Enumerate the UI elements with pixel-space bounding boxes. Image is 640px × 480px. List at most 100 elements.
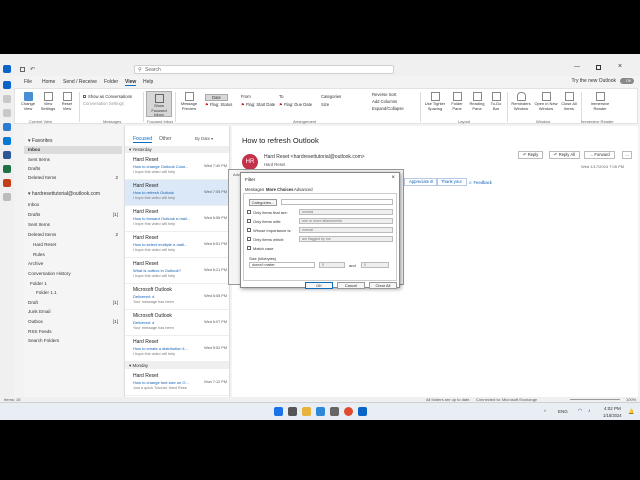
tray-chevron-icon[interactable]: ^: [544, 409, 546, 414]
arrange-flag-start-button[interactable]: ⚑ Flag: Start Date: [241, 102, 275, 107]
reply-all-button[interactable]: ↶ Reply All: [549, 151, 580, 159]
categories-field[interactable]: [281, 199, 393, 205]
folder-deleted-account[interactable]: Deleted Items: [28, 232, 56, 237]
task-view-icon[interactable]: [288, 407, 297, 416]
reset-view-button[interactable]: Reset View: [59, 92, 75, 111]
clear-all-button[interactable]: Clear All: [369, 282, 397, 289]
calendar-icon[interactable]: [3, 95, 11, 103]
folder-junk[interactable]: Junk Email: [28, 309, 50, 314]
reverse-sort-button[interactable]: Reverse Sort: [372, 92, 396, 97]
immersive-reader-button[interactable]: Immersive Reader: [587, 92, 613, 111]
filter-close-icon[interactable]: ×: [391, 175, 395, 181]
apps-icon[interactable]: [3, 193, 11, 201]
folder-inbox[interactable]: Inbox: [28, 147, 40, 152]
folder-conversation-history[interactable]: Conversation History: [28, 271, 71, 276]
tab-focused[interactable]: Focused: [133, 136, 153, 143]
only-items-with-checkbox[interactable]: [247, 219, 251, 223]
whose-importance-checkbox[interactable]: [247, 228, 251, 232]
view-settings-button[interactable]: View Settings: [39, 92, 57, 111]
reminders-window-button[interactable]: Reminders Window: [510, 92, 532, 111]
favorites-header[interactable]: ▾ Favorites: [28, 138, 52, 144]
folder-rss[interactable]: RSS Feeds: [28, 329, 52, 334]
tasks-icon[interactable]: [3, 123, 11, 131]
group-header-yesterday[interactable]: ▾ Yesterday: [125, 146, 229, 153]
folder-hard-reset[interactable]: Hard Reset: [33, 242, 56, 247]
menu-help[interactable]: Help: [143, 79, 153, 85]
expand-collapse-button[interactable]: Expand/Collapse: [372, 106, 404, 111]
edge-icon[interactable]: [316, 407, 325, 416]
volume-icon[interactable]: ♪: [588, 408, 591, 414]
message-list-item[interactable]: Hard Reset How to refresh Outlook I hope t…: [125, 180, 229, 206]
ok-button[interactable]: OK: [305, 282, 333, 289]
match-case-checkbox[interactable]: [247, 246, 251, 250]
menu-home[interactable]: Home: [42, 79, 55, 85]
message-list-item[interactable]: Microsoft Outlook Delivered: d Your messag…: [125, 284, 229, 310]
quick-reply-thanks[interactable]: Thank you!: [436, 178, 467, 186]
change-view-button[interactable]: Change View: [19, 92, 37, 111]
folder-deleted-items[interactable]: Deleted Items: [28, 175, 56, 180]
message-list-item[interactable]: Hard Reset What is outbox in Outlook? I ho…: [125, 258, 229, 284]
show-focused-inbox-button[interactable]: Show Focused Inbox: [146, 91, 172, 117]
arrange-flag-status-button[interactable]: ⚑ Flag: Status: [205, 102, 232, 107]
reading-pane-button[interactable]: Reading Pane: [468, 92, 486, 111]
people-icon[interactable]: [3, 109, 11, 117]
excel-icon[interactable]: [3, 165, 11, 173]
store-icon[interactable]: [330, 407, 339, 416]
folder-search-folders[interactable]: Search Folders: [28, 338, 59, 343]
mail-icon[interactable]: [3, 81, 11, 89]
clock-date[interactable]: 1/18/2024: [603, 413, 622, 418]
undo-icon[interactable]: ↶: [30, 66, 35, 73]
feedback-link[interactable]: ☺ Feedback: [468, 180, 492, 185]
close-icon[interactable]: ×: [618, 63, 622, 70]
arrange-flag-due-button[interactable]: ⚑ Flag: Due Date: [279, 102, 312, 107]
tab-advanced[interactable]: Advanced: [294, 187, 313, 192]
quick-reply-appreciate[interactable]: Appreciate it!: [404, 178, 439, 186]
only-items-which-select[interactable]: are flagged by me: [299, 236, 393, 242]
folder-drafts[interactable]: Drafts: [28, 166, 40, 171]
start-icon[interactable]: [274, 407, 283, 416]
minimize-icon[interactable]: —: [574, 64, 580, 70]
folder-outbox[interactable]: Outbox: [28, 319, 43, 324]
group-header-monday[interactable]: ▾ Monday: [125, 362, 229, 369]
folder-drafts-account[interactable]: Drafts: [28, 212, 40, 217]
whose-importance-select[interactable]: normal: [299, 227, 393, 233]
folder-archive[interactable]: Archive: [28, 261, 43, 266]
message-preview-button[interactable]: Message Preview: [179, 92, 199, 111]
powerpoint-icon[interactable]: [3, 179, 11, 187]
arrange-to-button[interactable]: To: [279, 94, 283, 99]
folder-sent-account[interactable]: Sent Items: [28, 222, 50, 227]
maximize-icon[interactable]: [596, 65, 601, 70]
word-icon[interactable]: [3, 151, 11, 159]
folder-pane-button[interactable]: Folder Pane: [448, 92, 466, 111]
tab-other[interactable]: Other: [159, 136, 172, 142]
arrange-from-button[interactable]: From: [241, 94, 251, 99]
size-max-input[interactable]: 0: [361, 262, 389, 268]
only-items-which-checkbox[interactable]: [247, 237, 251, 241]
sort-by-date[interactable]: By Date ▾: [195, 136, 213, 141]
try-new-outlook-toggle[interactable]: Off: [620, 78, 634, 84]
chrome-icon[interactable]: [344, 407, 353, 416]
cancel-button[interactable]: Cancel: [337, 282, 365, 289]
conversation-settings-button[interactable]: Conversation Settings: [83, 101, 124, 106]
categories-button[interactable]: Categories...: [249, 199, 277, 206]
arrange-size-button[interactable]: Size: [321, 102, 329, 107]
search-box[interactable]: ⚲ Search: [134, 65, 394, 74]
tab-more-choices[interactable]: More Choices: [266, 187, 293, 192]
message-list-item[interactable]: Hard Reset How to change Outlook Color...…: [125, 154, 229, 180]
menu-folder[interactable]: Folder: [104, 79, 118, 85]
open-new-window-button[interactable]: Open in New Window: [534, 92, 558, 111]
more-actions-button[interactable]: …: [622, 151, 633, 159]
folder-rules[interactable]: Rules: [33, 252, 45, 257]
folder-folder-1[interactable]: Folder 1: [30, 281, 47, 286]
menu-file[interactable]: File: [24, 79, 32, 85]
todo-bar-button[interactable]: To-Do Bar: [488, 92, 504, 111]
add-columns-button[interactable]: Add Columns: [372, 99, 397, 104]
use-tighter-spacing-button[interactable]: Use Tighter Spacing: [424, 92, 446, 111]
menu-send-receive[interactable]: Send / Receive: [63, 79, 97, 85]
todo-icon[interactable]: [3, 137, 11, 145]
message-list-item[interactable]: Hard Reset How to select multiple e-mail.…: [125, 232, 229, 258]
only-items-with-select[interactable]: one or more attachments: [299, 218, 393, 224]
wifi-icon[interactable]: ◠: [578, 408, 582, 414]
only-items-that-are-checkbox[interactable]: [247, 210, 251, 214]
message-list-item[interactable]: Microsoft Outlook Delivered: d Your messag…: [125, 310, 229, 336]
